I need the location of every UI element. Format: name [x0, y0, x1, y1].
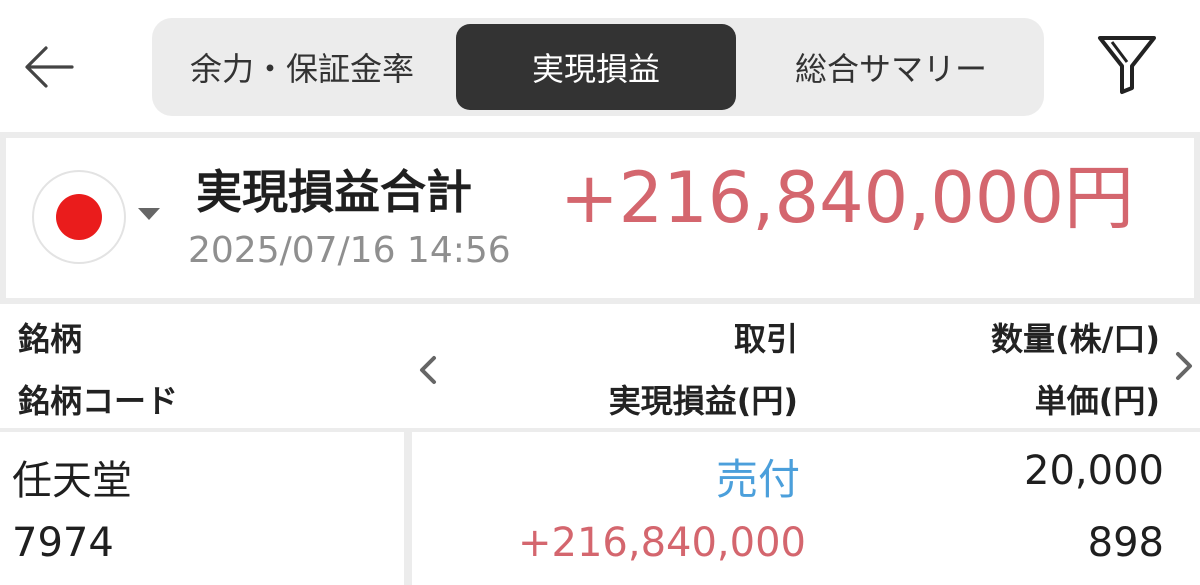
summary-amount: +216,840,000円	[560, 157, 1134, 239]
table-row[interactable]: 任天堂 7974 売付 +216,840,000 20,000 898	[0, 432, 1200, 585]
tab-realized-pl[interactable]: 実現損益	[456, 24, 736, 110]
header-trade: 取引	[733, 320, 798, 358]
header-realized-pl: 実現損益(円)	[608, 382, 798, 420]
summary-title: 実現損益合計	[196, 165, 472, 219]
header-stock-name: 銘柄	[18, 320, 83, 358]
stock-code: 7974	[12, 520, 114, 566]
tab-margin-ratio[interactable]: 余力・保証金率	[152, 18, 452, 116]
trade-type: 売付	[715, 455, 800, 504]
segmented-control: 余力・保証金率 実現損益 総合サマリー	[152, 18, 1044, 116]
column-divider	[404, 432, 412, 585]
realized-pl-summary: 実現損益合計 2025/07/16 14:56 +216,840,000円	[6, 138, 1194, 298]
back-arrow-icon[interactable]	[20, 38, 78, 96]
chevron-right-icon[interactable]	[1168, 346, 1200, 386]
header-unit-price: 単価(円)	[1034, 382, 1160, 420]
quantity-value: 20,000	[1024, 448, 1164, 494]
summary-timestamp: 2025/07/16 14:56	[188, 230, 511, 271]
header-quantity: 数量(株/口)	[991, 320, 1160, 358]
tab-summary[interactable]: 総合サマリー	[744, 18, 1038, 116]
realized-pl-value: +216,840,000	[518, 520, 806, 566]
flag-red-circle	[56, 194, 102, 240]
filter-icon[interactable]	[1092, 30, 1162, 100]
top-bar: 余力・保証金率 実現損益 総合サマリー	[0, 0, 1200, 132]
chevron-down-icon[interactable]	[138, 208, 160, 220]
stock-name: 任天堂	[12, 458, 132, 504]
header-stock-code: 銘柄コード	[18, 382, 179, 420]
unit-price-value: 898	[1087, 520, 1164, 566]
table-header: 銘柄 銘柄コード 取引 実現損益(円) 数量(株/口) 単価(円)	[0, 304, 1200, 428]
chevron-left-icon[interactable]	[412, 350, 444, 390]
japan-flag-icon[interactable]	[32, 170, 126, 264]
